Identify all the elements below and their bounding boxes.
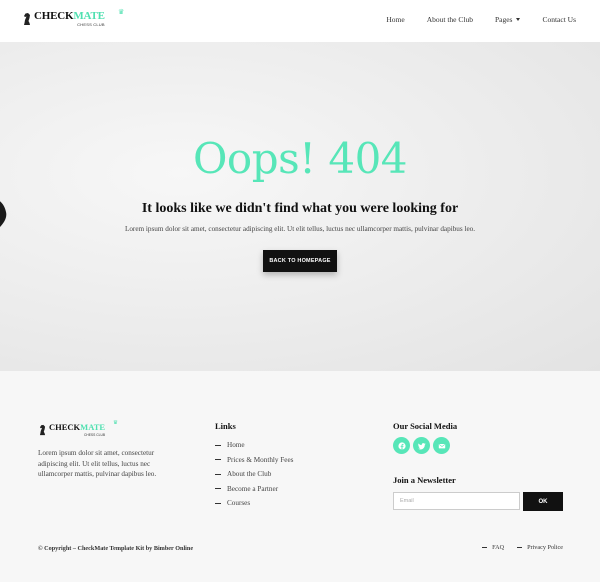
social-links xyxy=(393,437,450,454)
logo-name-accent: MATE xyxy=(73,10,105,22)
dash-icon xyxy=(215,473,221,475)
links-heading: Links xyxy=(215,421,236,431)
footer-bottom-links: FAQ Privacy Police xyxy=(469,544,563,551)
dash-icon xyxy=(482,547,488,548)
error-title: Oops! 404 xyxy=(192,134,408,183)
knight-icon xyxy=(24,13,30,25)
newsletter-heading: Join a Newsletter xyxy=(393,475,456,485)
nav-pages[interactable]: Pages xyxy=(495,15,521,24)
email-icon xyxy=(438,443,445,448)
social-heading: Our Social Media xyxy=(393,421,458,431)
chevron-down-icon xyxy=(516,18,521,21)
nav-contact-us[interactable]: Contact Us xyxy=(542,15,576,24)
email-field[interactable] xyxy=(393,492,520,510)
privacy-policy-link[interactable]: Privacy Police xyxy=(517,544,563,551)
footer-logo-subtitle: CHESS CLUB xyxy=(83,432,106,437)
footer-logo-name-accent: MATE xyxy=(80,422,106,432)
dash-icon xyxy=(215,502,221,504)
crown-icon: ♛ xyxy=(118,8,125,16)
dash-icon xyxy=(517,547,523,548)
logo-wordmark: CHECKMATE CHESS CLUB ♛ xyxy=(34,9,124,27)
twitter-icon xyxy=(417,442,426,449)
crown-icon: ♛ xyxy=(113,420,118,426)
footer-logo[interactable]: CHECKMATE CHESS CLUB ♛ xyxy=(38,420,118,437)
nav-home[interactable]: Home xyxy=(386,15,404,24)
footer-about-text: Lorem ipsum dolor sit amet, consectetur … xyxy=(38,449,157,478)
footer-link-prices[interactable]: Prices & Monthly Fees xyxy=(215,453,293,468)
dash-icon xyxy=(215,459,221,461)
footer-link-home[interactable]: Home xyxy=(215,438,293,453)
error-hero: Oops! 404 It looks like we didn't find w… xyxy=(0,42,600,371)
back-to-homepage-button[interactable]: BACK TO HOMEPAGE xyxy=(263,250,337,272)
email-button[interactable] xyxy=(433,437,450,454)
footer-logo-wordmark: CHECKMATE CHESS CLUB ♛ xyxy=(47,420,118,437)
facebook-icon xyxy=(397,441,406,450)
newsletter-submit-button[interactable]: OK xyxy=(523,492,563,511)
footer-link-partner[interactable]: Become a Partner xyxy=(215,482,293,497)
facebook-button[interactable] xyxy=(393,437,410,454)
footer-link-about[interactable]: About the Club xyxy=(215,467,293,482)
main-nav: Home About the Club Pages Contact Us xyxy=(364,15,576,24)
site-header: CHECKMATE CHESS CLUB ♛ Home About the Cl… xyxy=(0,0,600,42)
dash-icon xyxy=(215,444,221,446)
footer-logo-name-dark: CHECK xyxy=(49,422,81,432)
twitter-button[interactable] xyxy=(413,437,430,454)
site-footer: CHECKMATE CHESS CLUB ♛ Lorem ipsum dolor… xyxy=(0,371,600,582)
nav-about-the-club[interactable]: About the Club xyxy=(427,15,473,24)
dash-icon xyxy=(215,488,221,490)
error-description: Lorem ipsum dolor sit amet, consectetur … xyxy=(124,225,476,233)
site-logo[interactable]: CHECKMATE CHESS CLUB ♛ xyxy=(22,9,124,27)
faq-link[interactable]: FAQ xyxy=(482,544,504,551)
footer-links: Home Prices & Monthly Fees About the Clu… xyxy=(215,438,293,511)
error-subtitle: It looks like we didn't find what you we… xyxy=(141,201,459,216)
logo-subtitle: CHESS CLUB xyxy=(77,22,105,27)
logo-name-dark: CHECK xyxy=(34,10,74,22)
knight-icon xyxy=(39,424,46,435)
footer-link-courses[interactable]: Courses xyxy=(215,496,293,511)
copyright-text: © Copyright – CheckMate Template Kit by … xyxy=(38,545,194,552)
